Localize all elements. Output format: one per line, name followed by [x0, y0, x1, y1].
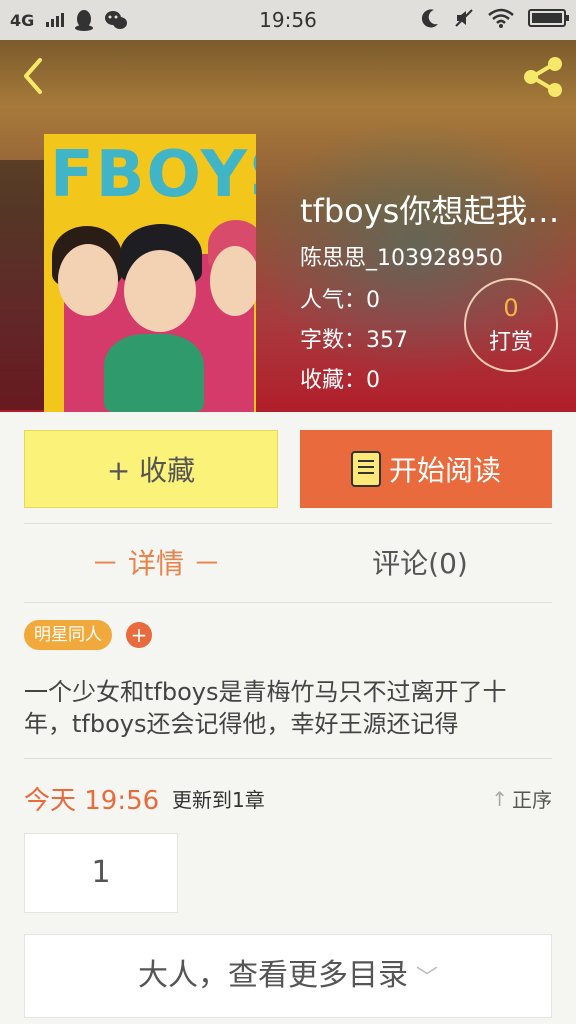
- share-button[interactable]: [520, 54, 566, 100]
- arrow-up-icon: ↑: [491, 786, 508, 811]
- reward-label: 打赏: [488, 330, 533, 355]
- book-cover: FBOYS: [44, 134, 256, 412]
- start-reading-button[interactable]: 开始阅读: [300, 430, 552, 508]
- more-chapters-label: 大人，查看更多目录: [137, 958, 408, 993]
- divider: [24, 602, 552, 603]
- chapter-item[interactable]: 1: [24, 833, 178, 913]
- update-status: 更新到1章: [172, 788, 265, 812]
- divider: [24, 758, 552, 759]
- favorites-stat: 收藏：0: [300, 368, 380, 393]
- back-button[interactable]: [14, 56, 54, 96]
- status-right: [422, 8, 569, 28]
- sort-order-label: 正序: [512, 788, 552, 812]
- mute-icon: [455, 9, 473, 27]
- chevron-down-icon: ﹀: [415, 966, 438, 991]
- sort-order-button[interactable]: ↑ 正序: [491, 784, 552, 813]
- favorite-label: + 收藏: [106, 454, 196, 487]
- word-count-stat: 字数：357: [300, 328, 408, 353]
- battery-icon: [528, 9, 569, 27]
- share-icon: [524, 57, 562, 97]
- cover-brand-text: FBOYS: [50, 138, 256, 212]
- start-reading-label: 开始阅读: [388, 454, 501, 487]
- add-tag-button[interactable]: +: [126, 622, 152, 648]
- status-bar: 4G 19:56: [0, 0, 576, 40]
- book-title: tfboys你想起我…: [300, 192, 560, 230]
- genre-tag[interactable]: 明星同人: [24, 620, 112, 650]
- book-icon: [350, 451, 381, 487]
- book-author[interactable]: 陈思思_103928950: [300, 240, 503, 272]
- divider: [24, 523, 552, 524]
- tab-comments[interactable]: 评论(0): [288, 542, 552, 582]
- favorite-button[interactable]: + 收藏: [24, 430, 278, 508]
- moon-icon: [422, 9, 438, 28]
- popularity-stat: 人气：0: [300, 288, 380, 313]
- more-chapters-button[interactable]: 大人，查看更多目录 ﹀: [24, 934, 552, 1018]
- chevron-left-icon: [24, 58, 42, 94]
- reward-button[interactable]: 0 打赏: [464, 278, 558, 372]
- update-time: 今天 19:56: [24, 786, 160, 816]
- tab-detail[interactable]: － 详情 －: [24, 542, 288, 582]
- wifi-icon: [488, 8, 514, 28]
- reward-count: 0: [503, 294, 519, 322]
- book-description: 一个少女和tfboys是青梅竹马只不过离开了十年，tfboys还会记得他，幸好王…: [24, 678, 507, 738]
